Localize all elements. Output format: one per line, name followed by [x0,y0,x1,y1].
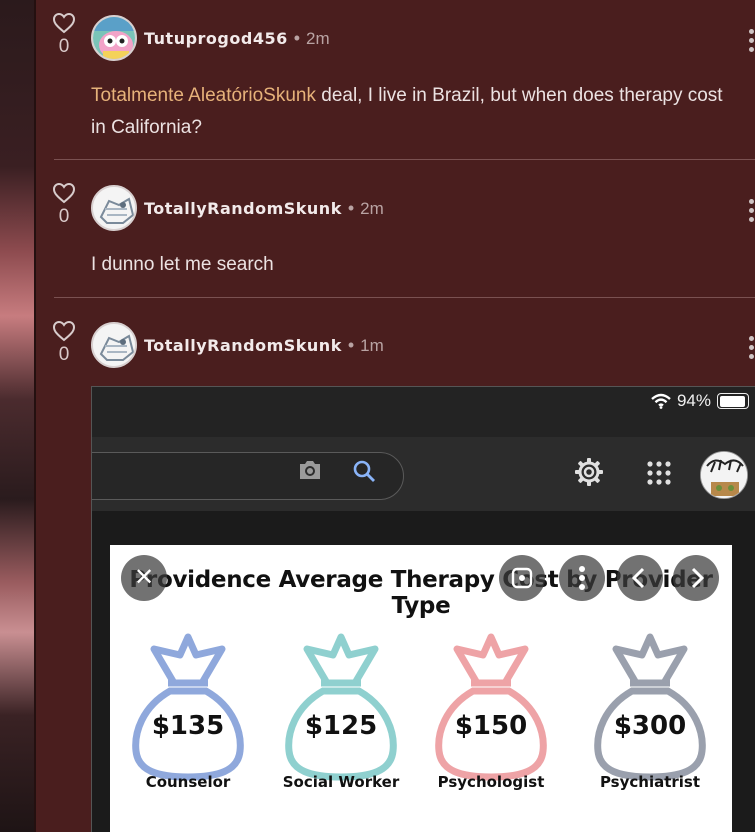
chart-bag-psychiatrist: $300 [590,633,710,783]
browser-toolbar [92,437,755,511]
separator-dot: • [347,198,355,218]
camera-icon[interactable] [297,459,323,481]
search-icon[interactable] [352,459,376,483]
bag-value-label: $135 [151,711,225,741]
lens-icon[interactable] [499,555,545,601]
vote-count: 0 [58,36,70,57]
comment-3: 0 TotallyRandomSkunk • 1m [36,298,755,388]
more-vertical-icon[interactable] [749,336,755,363]
avatar[interactable] [91,15,137,61]
comment-meta: TotallyRandomSkunk • 1m [144,335,384,356]
timestamp: 2m [306,29,330,48]
comment-text: Totalmente AleatórioSkunk deal, I live i… [91,80,735,144]
bag-neck [321,679,361,695]
info-icon[interactable] [559,555,605,601]
vote-count: 0 [58,206,70,227]
bag-category-label: Counselor [145,773,231,791]
mention-link[interactable]: Totalmente AleatórioSkunk [91,85,316,106]
vote-column: 0 [52,182,76,228]
heart-icon[interactable] [52,182,76,204]
bag-value-label: $300 [613,711,687,741]
username[interactable]: TotallyRandomSkunk [144,336,342,355]
timestamp: 2m [360,199,384,218]
bag-category-label: Psychologist [437,773,545,791]
attached-screenshot[interactable]: 94% Providence Average Therapy Cost by P… [91,386,755,832]
bag-category-label: Psychiatrist [599,773,701,791]
heart-icon[interactable] [52,12,76,34]
username[interactable]: TotallyRandomSkunk [144,199,342,218]
bag-value-label: $125 [304,711,378,741]
avatar[interactable] [91,185,137,231]
more-vertical-icon[interactable] [749,29,755,56]
more-vertical-icon[interactable] [749,199,755,226]
separator-dot: • [293,28,301,48]
comment-1: 0 Tutuprogod456 • 2m Totalmente AleatórioS… [36,0,755,160]
comment-body: I dunno let me search [91,254,274,275]
chevron-left-icon[interactable] [617,555,663,601]
status-bar: 94% [651,391,749,411]
heart-icon[interactable] [52,320,76,342]
chart-image: Providence Average Therapy Cost by Provi… [110,545,732,832]
chart-bag-social-worker: $125 [281,633,401,783]
battery-icon [717,393,749,409]
bag-top [453,633,529,685]
bag-neck [630,679,670,695]
timestamp: 1m [360,336,384,355]
comment-meta: TotallyRandomSkunk • 2m [144,198,384,219]
comment-meta: Tutuprogod456 • 2m [144,28,330,49]
chart-bag-psychologist: $150 [431,633,551,783]
bag-top [303,633,379,685]
background-edge [0,0,36,832]
comment-2: 0 TotallyRandomSkunk • 2m I dunno let me s… [36,160,755,298]
username[interactable]: Tutuprogod456 [144,29,288,48]
separator-dot: • [347,335,355,355]
bag-neck [168,679,208,695]
battery-percent: 94% [676,391,711,410]
vote-column: 0 [52,320,76,366]
bag-neck [471,679,511,695]
wifi-icon [651,393,671,409]
bag-top [612,633,688,685]
bag-category-label: Social Worker [282,773,400,791]
account-avatar[interactable] [700,451,748,499]
bag-top [150,633,226,685]
apps-grid-icon[interactable] [647,461,671,485]
comment-text: I dunno let me search [91,249,735,281]
vote-column: 0 [52,12,76,58]
chart-bag-counselor: $135 [128,633,248,783]
vote-count: 0 [58,344,70,365]
avatar[interactable] [91,322,137,368]
bag-value-label: $150 [454,711,528,741]
chevron-right-icon[interactable] [673,555,719,601]
close-icon[interactable]: ✕ [121,555,167,601]
settings-icon[interactable] [574,457,604,487]
